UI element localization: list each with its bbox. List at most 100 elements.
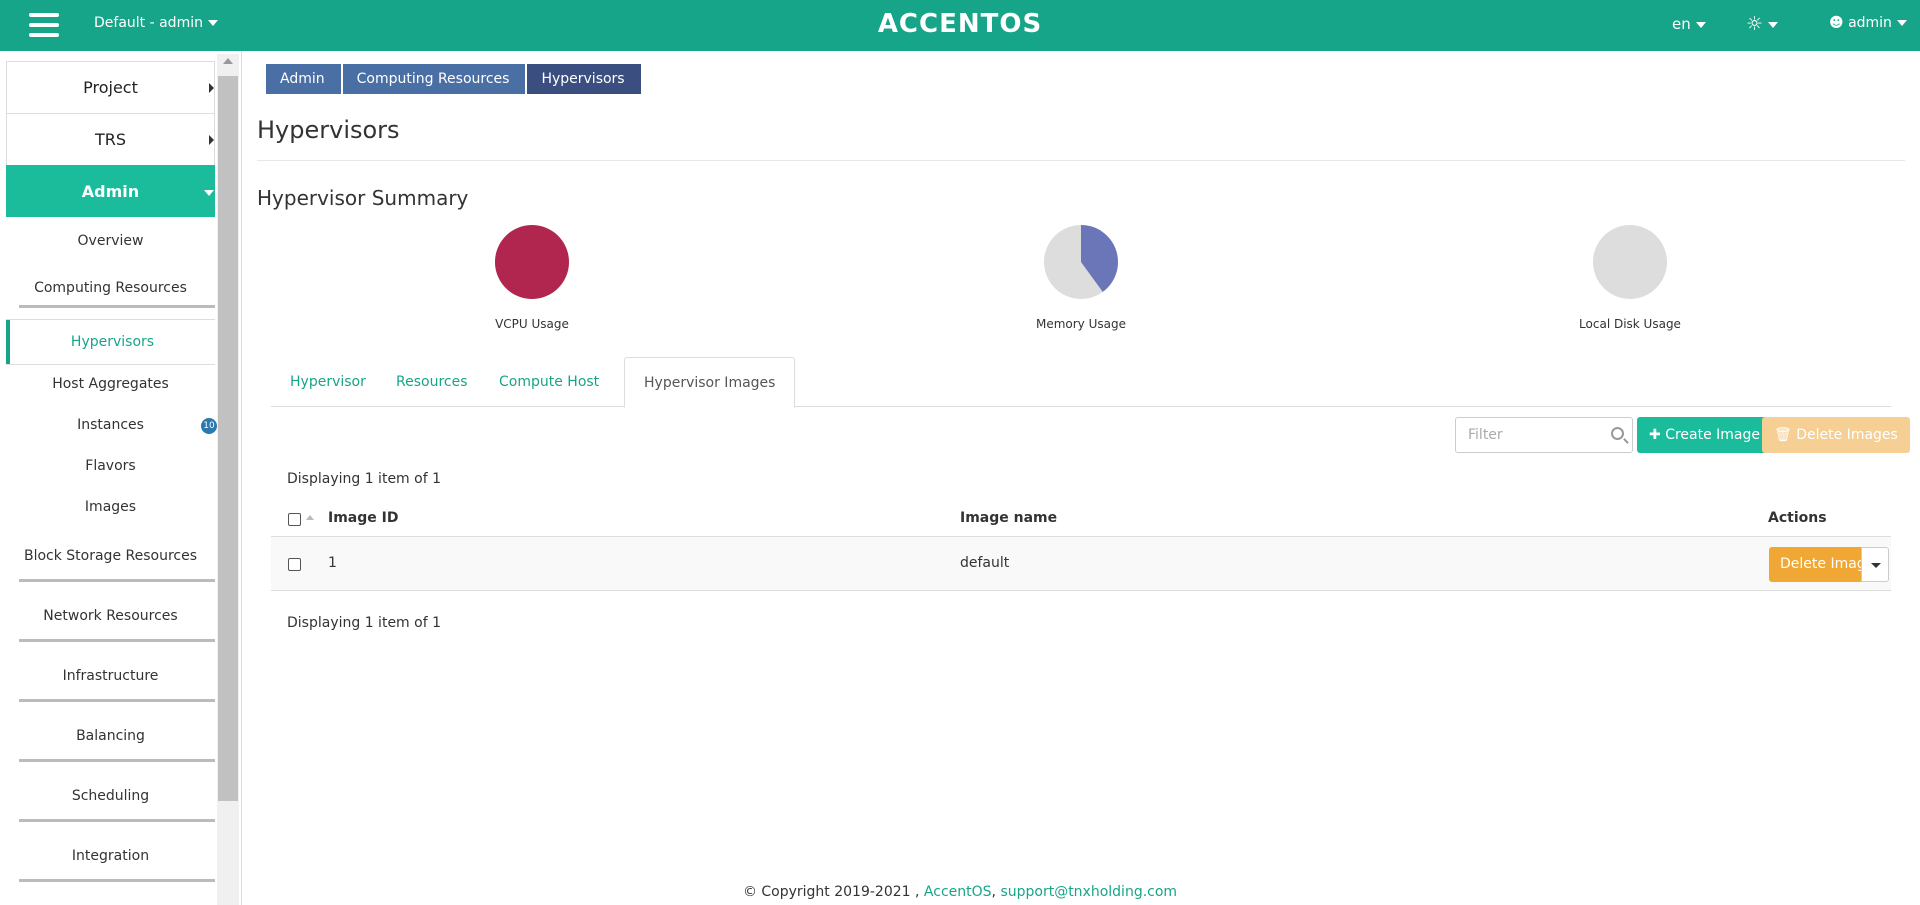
sidebar-group-label: Scheduling	[71, 788, 150, 804]
chevron-down-icon	[204, 190, 214, 196]
tab-resources[interactable]: Resources	[377, 357, 487, 407]
sidebar-group-label: Infrastructure	[62, 668, 159, 684]
column-header-image-id[interactable]: Image ID	[328, 510, 398, 526]
language-label: en	[1672, 15, 1691, 33]
sidebar-group-balancing[interactable]: Balancing	[6, 708, 215, 768]
disk-usage-chart	[1592, 224, 1668, 300]
delete-images-button[interactable]: 🗑 Delete Images	[1762, 417, 1910, 453]
sidebar-item-hypervisors[interactable]: Hypervisors	[6, 320, 215, 364]
sidebar-item-flavors[interactable]: Flavors	[6, 446, 215, 487]
page-title: Hypervisors	[257, 116, 400, 144]
vcpu-pie	[494, 225, 569, 299]
vcpu-usage-chart	[494, 224, 570, 300]
plus-icon: ✚	[1649, 427, 1661, 443]
divider	[19, 759, 215, 762]
tab-hypervisor-images[interactable]: Hypervisor Images	[624, 357, 796, 408]
disk-usage-label: Local Disk Usage	[1579, 317, 1681, 331]
row-actions-dropdown[interactable]	[1861, 547, 1889, 582]
cell-image-name: default	[960, 555, 1010, 571]
instances-count-badge: 10	[201, 418, 217, 434]
sidebar-group-label: Balancing	[76, 728, 145, 744]
sidebar-group-computing-resources[interactable]: Computing Resources	[6, 266, 215, 320]
sidebar-item-label: Instances	[77, 417, 144, 433]
display-count-top: Displaying 1 item of 1	[287, 471, 441, 487]
sidebar-group-label: Computing Resources	[34, 280, 187, 296]
breadcrumb: Admin Computing Resources Hypervisors	[266, 64, 643, 94]
select-all-checkbox[interactable]	[288, 513, 301, 526]
column-header-actions: Actions	[1768, 510, 1827, 526]
chevron-right-icon	[209, 135, 214, 145]
divider	[19, 305, 215, 308]
sidebar-item-host-aggregates[interactable]: Host Aggregates	[6, 364, 215, 405]
copyright-text: © Copyright 2019-2021 ,	[742, 884, 920, 900]
sidebar-group-integration[interactable]: Integration	[6, 828, 215, 888]
theme-selector[interactable]: ☼	[1746, 13, 1779, 35]
tab-bar: Hypervisor Resources Compute Host Hyperv…	[271, 357, 1891, 408]
sort-asc-icon[interactable]	[306, 515, 314, 520]
chevron-down-icon	[1768, 21, 1779, 28]
project-selector[interactable]: Default - admin	[94, 15, 218, 31]
tab-compute-host[interactable]: Compute Host	[480, 357, 618, 407]
breadcrumb-hypervisors: Hypervisors	[527, 64, 641, 94]
disk-pie	[1593, 225, 1667, 299]
sidebar-section-admin[interactable]: Admin	[6, 165, 215, 217]
project-selector-label: Default - admin	[94, 15, 203, 31]
sidebar-group-infrastructure[interactable]: Infrastructure	[6, 648, 215, 708]
chevron-down-icon	[1896, 20, 1907, 26]
delete-images-label: Delete Images	[1796, 427, 1898, 443]
vcpu-usage-label: VCPU Usage	[495, 317, 569, 331]
sidebar-section-label: Project	[83, 78, 138, 97]
scrollbar-thumb[interactable]	[218, 76, 238, 801]
sidebar-section-project[interactable]: Project	[6, 61, 215, 113]
chevron-down-icon	[1695, 21, 1706, 28]
sidebar-group-label: Block Storage Resources	[23, 548, 198, 564]
sidebar-item-overview[interactable]: Overview	[6, 217, 215, 266]
support-email-link[interactable]: support@tnxholding.com	[1000, 884, 1177, 900]
sidebar-item-instances[interactable]: Instances 10	[6, 405, 217, 446]
divider	[19, 639, 215, 642]
cell-image-id: 1	[328, 555, 337, 571]
search-icon[interactable]	[1611, 427, 1624, 440]
tab-hypervisor[interactable]: Hypervisor	[271, 357, 385, 407]
table-header: Image ID Image name Actions	[271, 501, 1891, 537]
sidebar-scrollbar[interactable]	[217, 54, 239, 905]
trash-icon: 🗑	[1774, 427, 1792, 443]
chevron-right-icon	[209, 83, 214, 93]
scroll-up-icon[interactable]	[223, 58, 233, 64]
user-icon: ☻	[1829, 15, 1844, 31]
sidebar-item-images[interactable]: Images	[6, 487, 215, 528]
sidebar-section-trs[interactable]: TRS	[6, 113, 215, 165]
accentos-link[interactable]: AccentOS	[924, 884, 992, 900]
column-header-image-name[interactable]: Image name	[960, 510, 1057, 526]
chevron-down-icon	[207, 20, 218, 26]
breadcrumb-computing-resources[interactable]: Computing Resources	[342, 64, 526, 94]
filter-box	[1455, 417, 1633, 453]
user-menu[interactable]: ☻ admin	[1829, 15, 1907, 31]
user-name: admin	[1848, 15, 1892, 31]
menu-toggle-icon[interactable]	[29, 13, 59, 37]
chevron-down-icon	[1871, 563, 1881, 568]
divider	[257, 160, 1905, 161]
sidebar-section-label: Admin	[81, 182, 140, 201]
filter-input[interactable]	[1456, 418, 1596, 452]
language-selector[interactable]: en	[1672, 15, 1706, 33]
sun-icon: ☼	[1746, 13, 1764, 35]
row-checkbox[interactable]	[288, 558, 301, 571]
sidebar-group-network-resources[interactable]: Network Resources	[6, 588, 215, 648]
brand-logo: ACCENTOS	[877, 9, 1043, 39]
sidebar-section-label: TRS	[94, 130, 127, 149]
divider	[19, 819, 215, 822]
divider	[19, 879, 215, 882]
memory-usage-chart	[1043, 224, 1119, 300]
sidebar-group-label: Network Resources	[43, 608, 178, 624]
breadcrumb-admin[interactable]: Admin	[266, 64, 341, 94]
top-navbar: Default - admin ACCENTOS en ☼ ☻ admin	[0, 0, 1920, 51]
memory-pie	[1044, 225, 1118, 299]
sidebar-group-block-storage[interactable]: Block Storage Resources	[6, 528, 215, 588]
divider	[19, 699, 215, 702]
sidebar-group-scheduling[interactable]: Scheduling	[6, 768, 215, 828]
footer-separator: ,	[991, 884, 996, 900]
summary-title: Hypervisor Summary	[257, 186, 469, 210]
images-table: Image ID Image name Actions 1 default De…	[271, 501, 1891, 591]
create-image-button[interactable]: ✚ Create Image	[1637, 417, 1773, 453]
